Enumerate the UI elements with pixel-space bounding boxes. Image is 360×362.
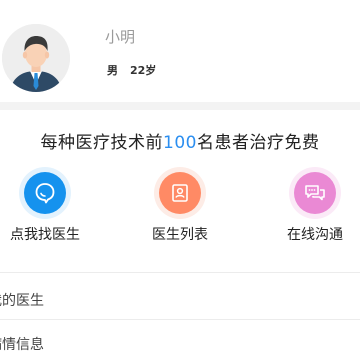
feature-grid: 点我找医生 医生列表 在线沟通 — [0, 170, 360, 250]
promo-suffix: 名患者治疗免费 — [196, 133, 320, 153]
user-gender: 男 — [107, 64, 118, 77]
feature-label: 医生列表 — [152, 227, 208, 243]
promo-prefix: 每种医疗技术前 — [40, 133, 164, 153]
feature-find-doctor[interactable]: 点我找医生 — [0, 170, 95, 250]
section-divider — [0, 102, 360, 110]
user-avatar[interactable] — [2, 24, 70, 92]
user-meta: 男 22岁 — [107, 62, 156, 78]
profile-header[interactable]: 小明 男 22岁 — [0, 0, 360, 102]
feature-doctor-list[interactable]: 医生列表 — [130, 170, 230, 250]
list-separator — [0, 319, 360, 320]
doctor-card-icon — [159, 172, 201, 214]
person-avatar-icon — [2, 24, 70, 92]
promo-number: 100 — [163, 133, 197, 153]
list-item-my-doctors[interactable]: 我的医生 — [0, 284, 360, 318]
feature-label: 在线沟通 — [287, 227, 343, 243]
feature-label: 点我找医生 — [10, 227, 80, 243]
list-item-label: 我的医生 — [0, 293, 44, 309]
user-age: 22岁 — [130, 64, 157, 77]
list-divider — [0, 272, 360, 273]
list-item-condition-info[interactable]: 病情信息 — [0, 328, 360, 362]
chat-bubbles-icon — [294, 172, 336, 214]
feature-online-chat[interactable]: 在线沟通 — [265, 170, 360, 250]
promo-banner: 每种医疗技术前100名患者治疗免费 — [0, 128, 360, 153]
search-bubble-icon — [24, 172, 66, 214]
list-item-label: 病情信息 — [0, 337, 44, 353]
user-name: 小明 — [105, 28, 136, 46]
